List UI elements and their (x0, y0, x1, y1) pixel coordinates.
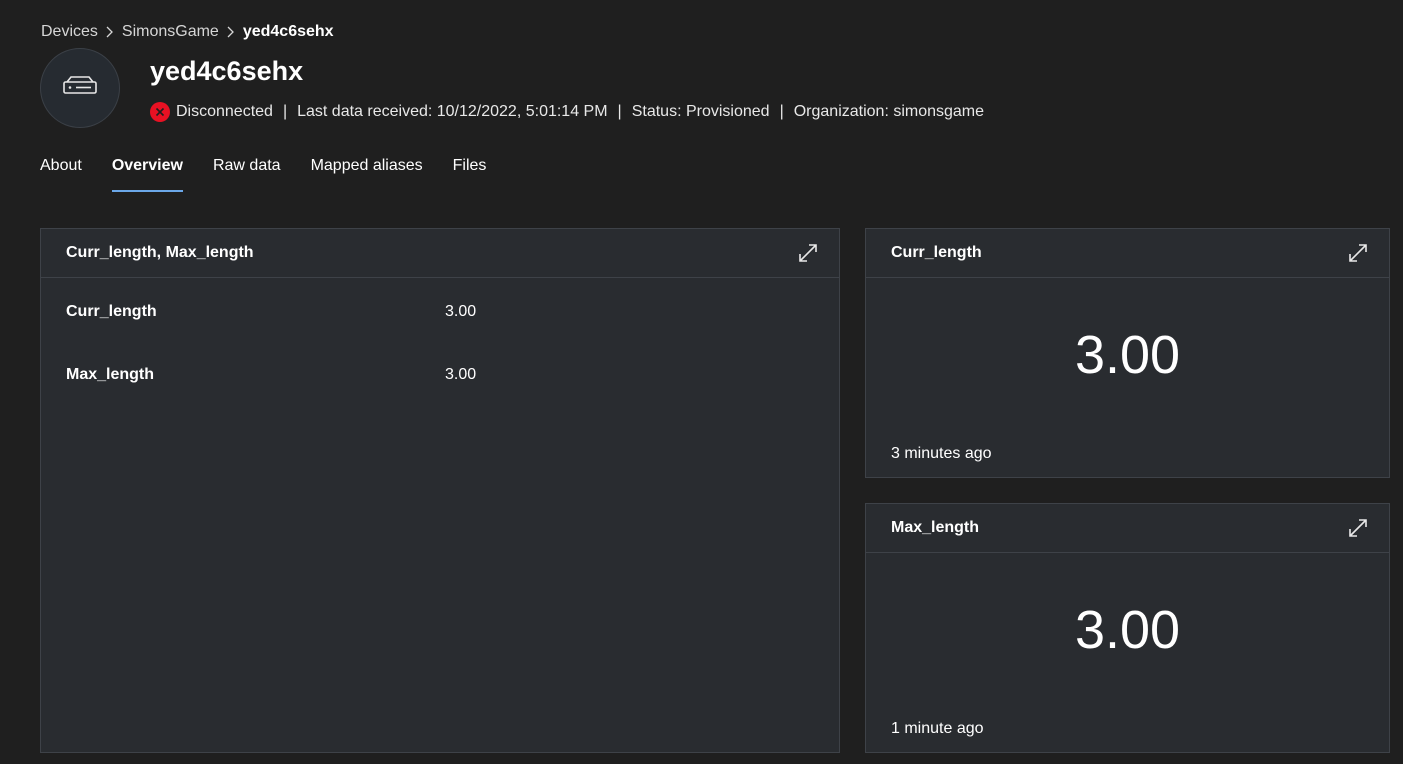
chevron-right-icon (106, 26, 114, 38)
expand-icon[interactable] (797, 242, 819, 264)
property-value: 3.00 (445, 303, 477, 320)
kpi-timestamp: 3 minutes ago (891, 445, 992, 462)
kpi-timestamp: 1 minute ago (891, 720, 984, 737)
tab-mapped-aliases[interactable]: Mapped aliases (311, 152, 423, 192)
tile-title: Curr_length (891, 244, 982, 261)
properties-tile: Curr_length, Max_length Curr_length 3.00… (40, 228, 840, 753)
tile-title: Max_length (891, 519, 980, 536)
error-icon (150, 102, 170, 122)
last-data-received: Last data received: 10/12/2022, 5:01:14 … (297, 103, 608, 120)
tab-bar: About Overview Raw data Mapped aliases F… (40, 152, 516, 192)
tab-files[interactable]: Files (453, 152, 487, 192)
max-length-tile: Max_length 3.00 1 minute ago (865, 503, 1390, 753)
provision-status: Status: Provisioned (631, 103, 770, 120)
tab-overview[interactable]: Overview (111, 152, 184, 192)
tab-raw-data[interactable]: Raw data (213, 152, 281, 192)
property-value: 3.00 (445, 366, 477, 383)
breadcrumb-simonsgame[interactable]: SimonsGame (122, 23, 219, 41)
kpi-value: 3.00 (1074, 600, 1181, 660)
expand-icon[interactable] (1347, 242, 1369, 264)
curr-length-tile: Curr_length 3.00 3 minutes ago (865, 228, 1390, 478)
kpi-value: 3.00 (1074, 325, 1181, 385)
breadcrumb-devices[interactable]: Devices (41, 23, 98, 41)
property-name: Curr_length (66, 303, 157, 320)
breadcrumb-current: yed4c6sehx (242, 23, 334, 40)
separator: | (617, 103, 622, 120)
property-row: Curr_length 3.00 (66, 303, 476, 321)
page-title: yed4c6sehx (150, 56, 304, 86)
breadcrumb: Devices SimonsGame yed4c6sehx (41, 20, 334, 44)
separator: | (282, 103, 288, 120)
tile-title: Curr_length, Max_length (66, 244, 254, 261)
connection-status: Disconnected (176, 103, 273, 120)
property-name: Max_length (66, 366, 155, 383)
tab-about[interactable]: About (40, 152, 82, 192)
property-row: Max_length 3.00 (66, 366, 476, 384)
chevron-right-icon (227, 26, 235, 38)
tile-header: Max_length (866, 504, 1389, 553)
organization: Organization: simonsgame (793, 103, 985, 120)
tile-header: Curr_length, Max_length (41, 229, 839, 278)
separator: | (779, 103, 784, 120)
tile-header: Curr_length (866, 229, 1389, 278)
device-icon (62, 75, 98, 102)
device-status-line: Disconnected | Last data received: 10/12… (150, 100, 984, 124)
device-avatar (40, 48, 120, 128)
expand-icon[interactable] (1347, 517, 1369, 539)
